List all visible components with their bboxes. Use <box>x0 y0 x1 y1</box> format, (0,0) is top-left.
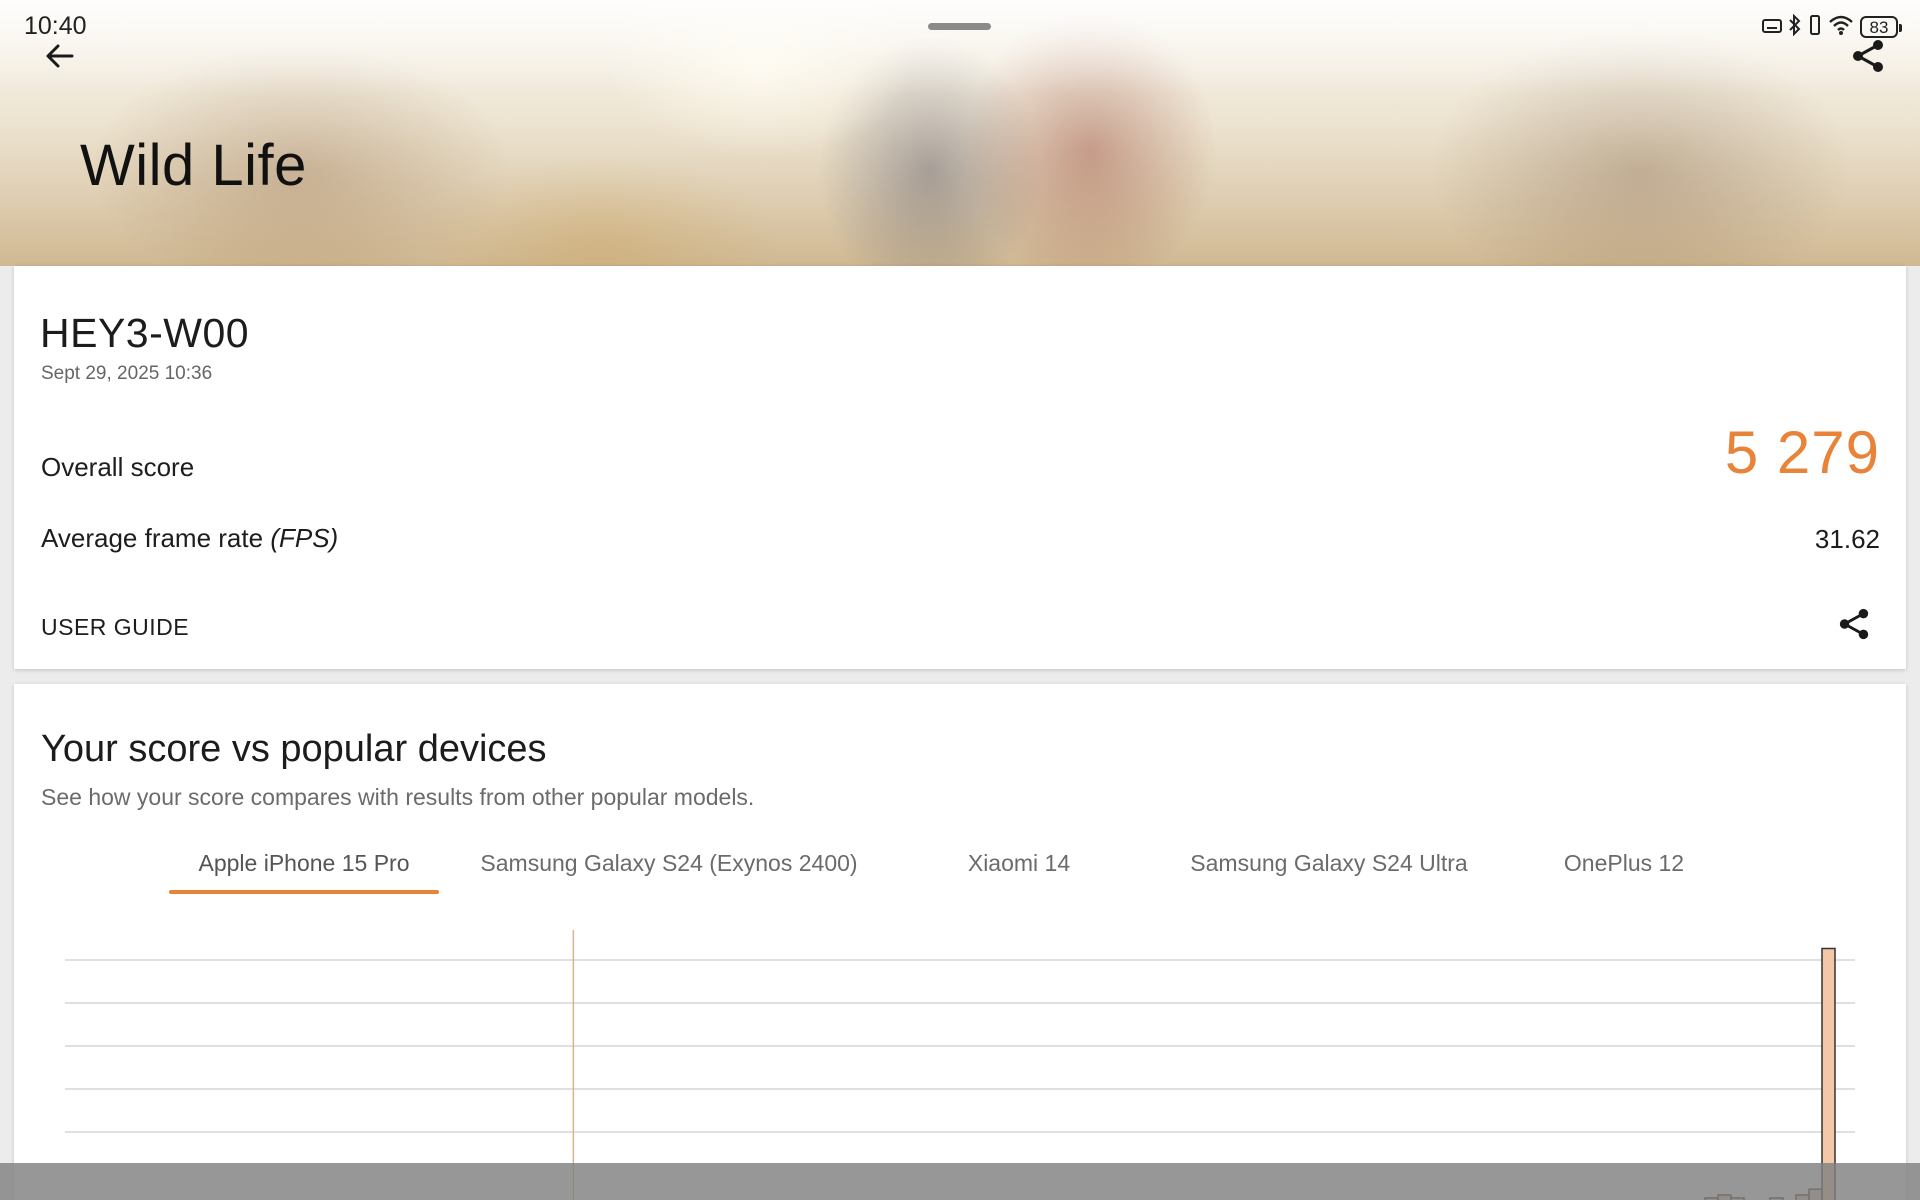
comparison-subtitle: See how your score compares with results… <box>41 784 755 810</box>
tab-samsung-galaxy-s24-ultra[interactable]: Samsung Galaxy S24 Ultra <box>1144 834 1514 892</box>
device-name: HEY3-W00 <box>40 310 250 356</box>
back-button[interactable] <box>38 34 82 78</box>
page-title: Wild Life <box>80 133 307 198</box>
vibrate-icon <box>1808 14 1822 41</box>
share-button-header[interactable] <box>1844 32 1892 80</box>
fps-unit: (FPS) <box>270 523 339 553</box>
tab-samsung-galaxy-s24-exynos[interactable]: Samsung Galaxy S24 (Exynos 2400) <box>444 834 894 892</box>
arrow-left-icon <box>46 44 74 68</box>
bluetooth-icon <box>1788 13 1802 41</box>
active-tab-indicator <box>169 890 439 894</box>
navigation-bar <box>0 1163 1920 1200</box>
fps-label: Average frame rate (FPS) <box>41 523 338 554</box>
drag-handle[interactable] <box>928 23 991 30</box>
share-icon <box>1853 40 1883 72</box>
tab-apple-iphone-15-pro[interactable]: Apple iPhone 15 Pro <box>169 834 439 892</box>
share-icon <box>1839 608 1869 640</box>
device-tabs: Apple iPhone 15 Pro Samsung Galaxy S24 (… <box>14 834 1906 894</box>
result-card: HEY3-W00 Sept 29, 2025 10:36 Overall sco… <box>14 266 1906 669</box>
overall-score-label: Overall score <box>41 452 195 482</box>
overall-score-value: 5 279 <box>1724 419 1880 486</box>
share-button-result[interactable] <box>1832 602 1876 646</box>
result-date: Sept 29, 2025 10:36 <box>41 363 213 384</box>
score-distribution-chart <box>65 930 1855 1200</box>
comparison-title: Your score vs popular devices <box>41 728 547 770</box>
tab-oneplus-12[interactable]: OnePlus 12 <box>1524 834 1724 892</box>
comparison-card: Your score vs popular devices See how yo… <box>14 684 1906 1200</box>
fps-label-text: Average frame rate <box>41 523 264 553</box>
user-guide-link[interactable]: USER GUIDE <box>41 614 189 641</box>
fps-value: 31.62 <box>1814 524 1880 554</box>
keyboard-icon <box>1762 17 1782 38</box>
tab-xiaomi-14[interactable]: Xiaomi 14 <box>914 834 1124 892</box>
